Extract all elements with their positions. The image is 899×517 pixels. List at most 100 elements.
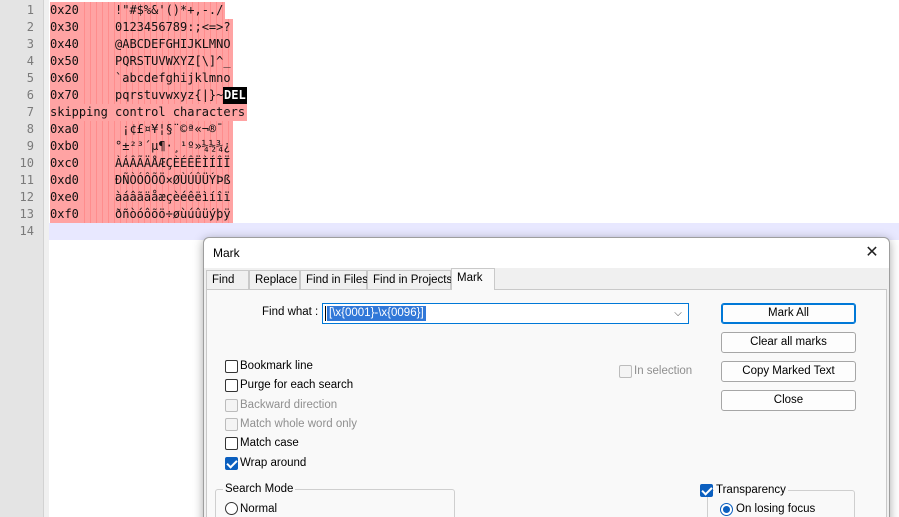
editor-line[interactable]: 11 0xd0 ÐÑÒÓÔÕÖ×ØÙÚÛÜÝÞß: [0, 172, 899, 189]
editor-line[interactable]: 1 0x20 !"#$%&'()*+,-./: [0, 2, 899, 19]
hex-prefix: 0xe0: [50, 190, 79, 204]
char-sequence: ðñòóôõö÷øùúûüýþÿ: [115, 207, 231, 221]
char-sequence: ÐÑÒÓÔÕÖ×ØÙÚÛÜÝÞß: [115, 173, 231, 187]
char-sequence: àáâãäåæçèéêëìíîï: [115, 190, 231, 204]
char-sequence: pqrstuvwxyz{|}~: [115, 88, 224, 102]
mark-highlight-tab: [79, 206, 115, 223]
backward-direction-label: Backward direction: [240, 399, 338, 411]
line-number: 7: [26, 105, 34, 119]
mark-highlight-tab: [79, 2, 115, 19]
tab-replace[interactable]: Replace: [249, 270, 300, 289]
hex-prefix: 0x50: [50, 54, 79, 68]
editor-line[interactable]: 8 0xa0 ¡¢£¤¥¦§¨©ª«¬­®¯: [0, 121, 899, 138]
line-number: 14: [19, 224, 34, 238]
match-case-checkbox[interactable]: [225, 437, 238, 450]
line-content: skipping control characters: [50, 105, 246, 119]
wrap-around-label[interactable]: Wrap around: [240, 457, 306, 469]
find-what-combobox[interactable]: [\x{0001}-\x{0096}] ⌵: [322, 303, 689, 324]
line-number: 9: [26, 139, 34, 153]
del-control-char: DEL: [223, 87, 247, 104]
editor-line[interactable]: 2 0x30 0123456789:;<=>?: [0, 19, 899, 36]
text-caret: [325, 306, 326, 321]
transparency-checkbox[interactable]: [700, 484, 713, 497]
line-number: 12: [19, 190, 34, 204]
editor-line[interactable]: 5 0x60 `abcdefghijklmno: [0, 70, 899, 87]
copy-marked-text-button[interactable]: Copy Marked Text: [721, 361, 856, 382]
line-number: 4: [26, 54, 34, 68]
mark-all-button[interactable]: Mark All: [721, 303, 856, 324]
search-mode-label: Search Mode: [223, 483, 296, 495]
mark-dialog: Mark ✕ Find Replace Find in Files Find i…: [203, 237, 890, 517]
hex-prefix: 0xc0: [50, 156, 79, 170]
line-number: 1: [26, 3, 34, 17]
purge-each-search-checkbox[interactable]: [225, 379, 238, 392]
find-what-label: Find what :: [262, 306, 319, 318]
hex-prefix: 0x30: [50, 20, 79, 34]
on-losing-focus-radio[interactable]: [720, 503, 733, 516]
mark-highlight-tab: [79, 121, 115, 138]
match-whole-word-label: Match whole word only: [240, 418, 357, 430]
mark-highlight-tab: [79, 87, 115, 104]
char-sequence: ¡¢£¤¥¦§¨©ª«¬­®¯: [115, 122, 224, 136]
line-number: 6: [26, 88, 34, 102]
normal-radio-label[interactable]: Normal: [240, 503, 277, 515]
editor-line[interactable]: 7 skipping control characters: [0, 104, 899, 121]
line-number: 5: [26, 71, 34, 85]
line-number: 10: [19, 156, 34, 170]
on-losing-focus-label[interactable]: On losing focus: [736, 503, 815, 515]
char-sequence: `abcdefghijklmno: [115, 71, 231, 85]
char-sequence: ÀÁÂÃÄÅÆÇÈÉÊËÌÍÎÏ: [115, 156, 231, 170]
dialog-title: Mark: [213, 246, 240, 260]
in-selection-label: In selection: [634, 365, 693, 377]
mark-highlight-tab: [79, 189, 115, 206]
find-what-value[interactable]: [\x{0001}-\x{0096}]: [327, 306, 426, 321]
line-number: 11: [19, 173, 34, 187]
transparency-label[interactable]: Transparency: [714, 484, 788, 496]
editor-line[interactable]: 3 0x40 @ABCDEFGHIJKLMNO: [0, 36, 899, 53]
bookmark-line-checkbox[interactable]: [225, 360, 238, 373]
char-sequence: °±²³´µ¶·¸¹º»¼½¾¿: [115, 139, 231, 153]
hex-prefix: 0x60: [50, 71, 79, 85]
tab-find-in-projects[interactable]: Find in Projects: [367, 270, 452, 289]
editor-line[interactable]: 10 0xc0 ÀÁÂÃÄÅÆÇÈÉÊËÌÍÎÏ: [0, 155, 899, 172]
close-button[interactable]: Close: [721, 390, 856, 411]
hex-prefix: 0xf0: [50, 207, 79, 221]
dialog-titlebar[interactable]: Mark ✕: [204, 238, 889, 268]
backward-direction-checkbox: [225, 399, 238, 412]
tab-mark[interactable]: Mark: [451, 268, 495, 290]
char-sequence: @ABCDEFGHIJKLMNO: [115, 37, 231, 51]
line-number: 2: [26, 20, 34, 34]
line-number: 8: [26, 122, 34, 136]
tab-find[interactable]: Find: [206, 270, 249, 289]
hex-prefix: 0xb0: [50, 139, 79, 153]
mark-highlight-tab: [79, 155, 115, 172]
mark-highlight-tab: [79, 172, 115, 189]
mark-highlight-tab: [79, 70, 115, 87]
normal-radio[interactable]: [225, 502, 238, 515]
mark-highlight-tab: [79, 19, 115, 36]
hex-prefix: 0x20: [50, 3, 79, 17]
hex-prefix: 0xd0: [50, 173, 79, 187]
chevron-down-icon[interactable]: ⌵: [672, 306, 684, 321]
in-selection-checkbox: [619, 365, 632, 378]
editor-line[interactable]: 4 0x50 PQRSTUVWXYZ[\]^_: [0, 53, 899, 70]
char-sequence: PQRSTUVWXYZ[\]^_: [115, 54, 231, 68]
mark-highlight-tab: [79, 53, 115, 70]
clear-all-marks-button[interactable]: Clear all marks: [721, 332, 856, 353]
bookmark-line-label[interactable]: Bookmark line: [240, 360, 313, 372]
close-icon[interactable]: ✕: [863, 243, 881, 261]
mark-tab-panel: Find what : [\x{0001}-\x{0096}] ⌵ Mark A…: [206, 289, 887, 517]
tab-find-in-files[interactable]: Find in Files: [300, 270, 368, 289]
line-number: 13: [19, 207, 34, 221]
editor-line[interactable]: 12 0xe0 àáâãäåæçèéêëìíîï: [0, 189, 899, 206]
match-case-label[interactable]: Match case: [240, 437, 299, 449]
purge-each-search-label[interactable]: Purge for each search: [240, 379, 353, 391]
hex-prefix: 0x70: [50, 88, 79, 102]
match-whole-word-checkbox: [225, 418, 238, 431]
mark-highlight-tab: [79, 138, 115, 155]
wrap-around-checkbox[interactable]: [225, 457, 238, 470]
editor-line[interactable]: 13 0xf0 ðñòóôõö÷øùúûüýþÿ: [0, 206, 899, 223]
char-sequence: 0123456789:;<=>?: [115, 20, 231, 34]
editor-line[interactable]: 9 0xb0 °±²³´µ¶·¸¹º»¼½¾¿: [0, 138, 899, 155]
editor-line[interactable]: 6 0x70 pqrstuvwxyz{|}~ DEL: [0, 87, 899, 104]
